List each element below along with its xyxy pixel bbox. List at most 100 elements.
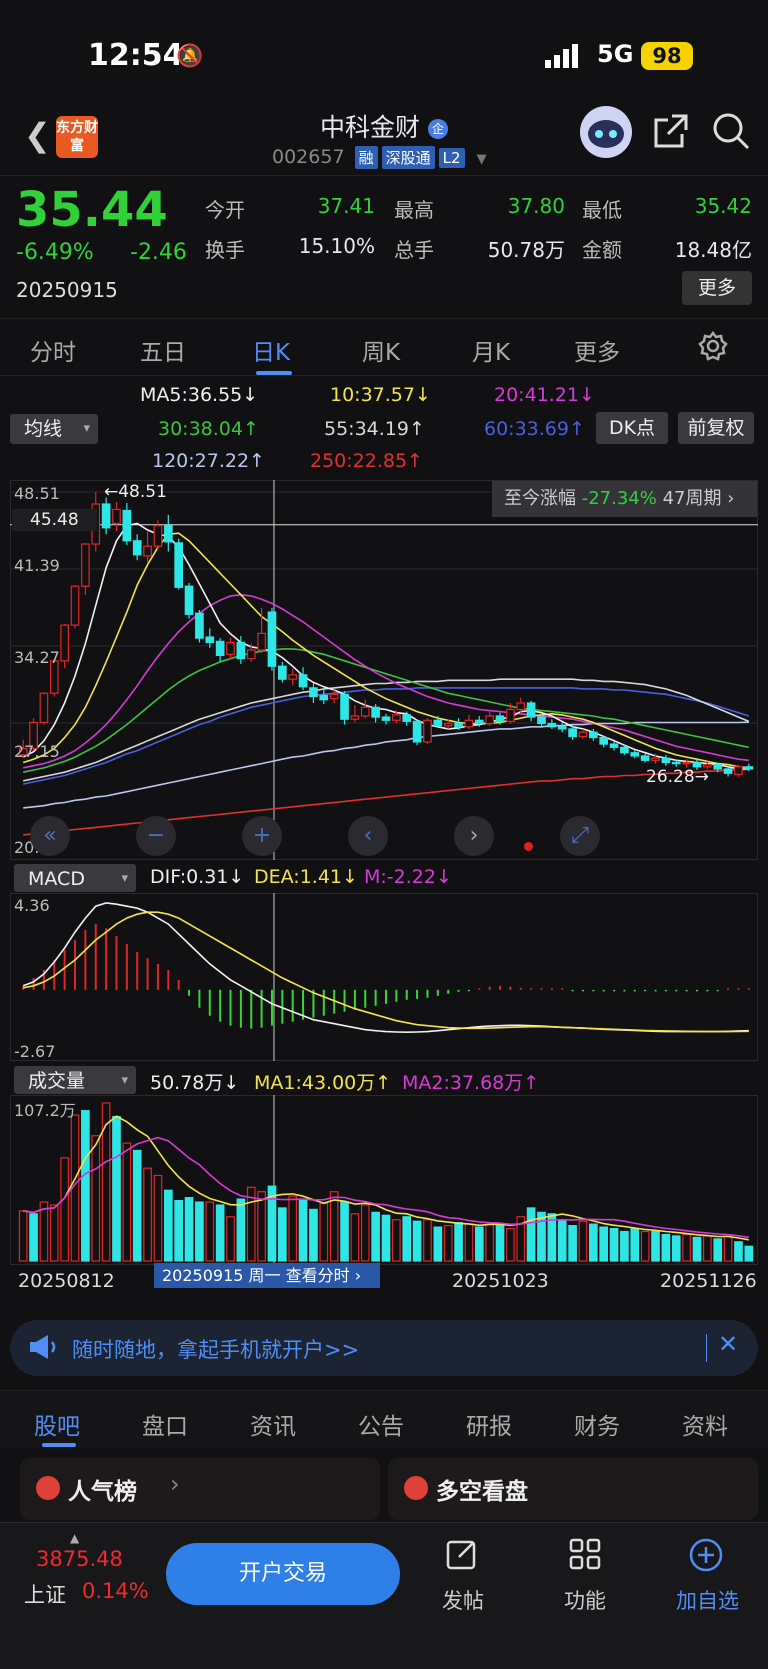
volume-bar [112,1115,121,1262]
volume-bar [340,1201,349,1262]
tab-weekly-k[interactable]: 周K [362,333,400,367]
index-name[interactable]: 上证 [24,1579,66,1609]
ma-line-ma60 [23,687,750,785]
volume-bar [713,1238,723,1262]
zoom-out-icon[interactable]: − [136,816,176,856]
volume-bar [474,1226,484,1262]
avatar-icon[interactable] [580,106,632,158]
volume-bar [174,1199,184,1262]
date-label-end: 20251126 [660,1270,757,1292]
tag-l2: L2 [438,148,465,168]
prev-icon[interactable]: ‹ [348,816,388,856]
low-value: 35.42 [694,194,752,218]
more-button[interactable]: 更多 [682,271,752,305]
bottom-bar: ▲ 3875.48 上证 0.14% 开户交易 发帖 功能 加自选 [0,1522,768,1669]
volume-bar [371,1211,380,1262]
tab-more[interactable]: 更多 [574,333,620,367]
tab-research[interactable]: 研报 [466,1407,512,1441]
chevron-up-icon: ▲ [70,1531,80,1545]
post-label[interactable]: 发帖 [442,1585,484,1615]
volume-bar [236,1198,246,1262]
candle-body [547,722,557,728]
low-marker: 26.28→ [646,767,709,787]
volume-bar [661,1233,671,1262]
trade-button[interactable]: 开户交易 [166,1543,400,1605]
edit-icon[interactable] [445,1537,479,1580]
tab-five-day[interactable]: 五日 [140,333,186,367]
expand-icon[interactable]: ⤢ [560,816,600,856]
gear-icon[interactable] [698,330,728,365]
volume-bar [215,1204,225,1262]
ma-line-ma10 [22,532,749,769]
range-value: -27.34% [581,488,657,509]
indicator-dropdown[interactable]: 均线 [10,414,98,444]
tab-guba[interactable]: 股吧 [34,1407,80,1441]
grid-icon[interactable] [568,1537,602,1580]
ma-line-ma55 [23,678,750,782]
candle-body [526,702,536,718]
volume-bar [101,1102,111,1262]
ma-line-ma250 [23,768,749,836]
range-change-box[interactable]: 至今涨幅 -27.34% 47周期 › [492,481,757,517]
y-label-4: 27.15 [14,742,60,761]
add-circle-icon[interactable] [688,1537,724,1582]
ma120-value: 120:27.22↑ [152,450,265,472]
volume-bar [49,1204,59,1262]
function-label[interactable]: 功能 [564,1585,606,1615]
candle-body [474,719,484,725]
adjust-button[interactable]: 前复权 [678,412,754,444]
open-value: 37.41 [317,194,375,218]
volume-chart[interactable] [10,1095,758,1265]
candle-body [651,757,660,761]
stock-code-line[interactable]: 002657 融深股通 L2 ▼ [272,146,487,169]
turnover-value: 15.10% [298,234,375,258]
double-left-icon[interactable]: « [30,816,70,856]
tab-finance[interactable]: 财务 [574,1407,620,1441]
next-icon[interactable]: › [454,816,494,856]
date-tip-text: 20250915 周一 查看分时 [162,1266,350,1285]
close-icon[interactable]: ✕ [718,1330,738,1358]
bull-bear-card[interactable]: 多空看盘 [388,1458,758,1520]
tab-monthly-k[interactable]: 月K [472,333,510,367]
tab-news[interactable]: 资讯 [250,1407,296,1441]
tab-daily-k[interactable]: 日K [252,333,290,367]
macd-dropdown[interactable]: MACD [14,864,136,894]
volume-bar [506,1227,515,1262]
index-percent[interactable]: 0.14% [82,1579,149,1603]
index-value[interactable]: 3875.48 [36,1547,123,1571]
ma60-value: 60:33.69↑ [484,418,585,440]
tab-announcements[interactable]: 公告 [358,1407,404,1441]
candle-body [278,665,287,680]
stock-header: ❮ 东方财富 中科金财 企 002657 融深股通 L2 ▼ [0,100,768,175]
volume-bar [485,1222,494,1262]
open-account-banner[interactable]: 随时随地，拿起手机就开户>> ✕ [10,1320,758,1376]
tab-pankou[interactable]: 盘口 [142,1407,188,1441]
dk-point-button[interactable]: DK点 [596,412,668,444]
volume-dropdown[interactable]: 成交量 [14,1066,136,1096]
ma30-value: 30:38.04↑ [158,418,259,440]
volume-bar [609,1227,619,1262]
chevron-right-icon: › [727,488,735,509]
search-icon[interactable] [712,112,750,159]
active-tab-underline [256,371,292,375]
date-tip-button[interactable]: 20250915 周一 查看分时 › [154,1263,380,1288]
ma5-value: MA5:36.55↓ [140,384,259,406]
y-label-2: 41.39 [14,556,60,575]
volume-bar [682,1233,691,1262]
tab-profile[interactable]: 资料 [682,1407,728,1441]
volume-bar [392,1219,401,1262]
macd-chart[interactable] [10,893,758,1061]
candle-body [381,716,391,721]
volume-bar [671,1235,681,1262]
popularity-card[interactable]: 人气榜 › [20,1458,380,1520]
candle-body [402,714,412,722]
candle-body [609,743,619,748]
share-icon[interactable] [652,112,690,159]
tab-intraday[interactable]: 分时 [30,333,76,367]
kline-chart[interactable] [10,480,758,860]
add-watchlist-label[interactable]: 加自选 [676,1585,739,1615]
volume-bar [402,1216,412,1262]
zoom-in-icon[interactable]: + [242,816,282,856]
app-screen: { "status_bar": {"time": "12:54", "netwo… [0,0,768,1669]
ma10-value: 10:37.57↓ [330,384,431,406]
